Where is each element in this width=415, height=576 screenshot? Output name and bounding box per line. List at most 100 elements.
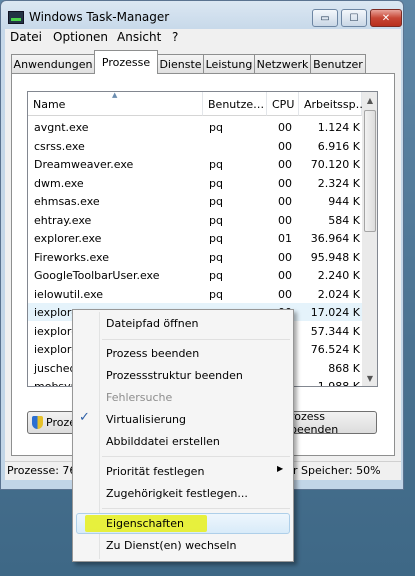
process-cpu: 00 <box>278 176 292 190</box>
process-user: pq <box>209 121 223 134</box>
show-all-processes-button[interactable]: Proze <box>27 411 77 434</box>
process-name: ehmsas.exe <box>34 195 100 208</box>
submenu-arrow-icon: ▶ <box>277 464 284 473</box>
process-cpu: 00 <box>278 287 292 301</box>
scroll-thumb[interactable] <box>364 110 376 232</box>
menu-ansicht[interactable]: Ansicht <box>117 30 161 44</box>
process-name: ielowutil.exe <box>34 287 104 301</box>
process-memory: 17.024 K <box>310 306 360 319</box>
process-memory: 95.948 K <box>310 250 360 264</box>
process-cpu: 00 <box>278 250 292 264</box>
column-header-user[interactable]: Benutze… <box>203 92 267 116</box>
menu-separator <box>102 456 290 457</box>
process-name: Dreamweaver.exe <box>34 158 134 171</box>
process-name: GoogleToolbarUser.exe <box>34 269 160 282</box>
menu-separator <box>102 508 290 509</box>
tab-prozesse[interactable]: Prozesse <box>94 50 158 74</box>
process-user: pq <box>209 176 223 190</box>
menu-item-debug: Fehlersuche <box>106 391 173 404</box>
menu-separator <box>102 339 290 340</box>
scroll-down-icon[interactable]: ▼ <box>362 370 377 386</box>
process-user: pq <box>209 287 223 301</box>
process-memory: 944 K <box>328 195 360 208</box>
process-name: ehtray.exe <box>34 213 92 227</box>
process-memory: 70.120 K <box>310 158 360 171</box>
process-memory: 1.124 K <box>317 121 360 134</box>
menu-item-set-priority[interactable]: Priorität festlegen <box>106 465 204 478</box>
scroll-up-icon[interactable]: ▲ <box>362 92 377 108</box>
table-row[interactable]: GoogleToolbarUser.exe pq 00 2.240 K <box>28 266 362 284</box>
menu-item-end-process-tree[interactable]: Prozessstruktur beenden <box>106 369 243 382</box>
process-cpu: 00 <box>278 195 292 208</box>
table-row[interactable]: avgnt.exe pq 00 1.124 K <box>28 118 362 136</box>
status-process-count: Prozesse: 76 <box>7 464 77 477</box>
menu-datei[interactable]: Datei <box>10 30 42 44</box>
process-memory: 36.964 K <box>310 232 360 245</box>
context-menu: ✓ ▶ Dateipfad öffnen Prozess beenden Pro… <box>72 309 294 562</box>
process-memory: 2.024 K <box>317 287 360 301</box>
tab-benutzer[interactable]: Benutzer <box>310 54 366 73</box>
shield-icon <box>32 416 43 429</box>
maximize-button[interactable]: ☐ <box>341 9 367 27</box>
process-name: explorer.exe <box>34 232 102 245</box>
vertical-scrollbar[interactable]: ▲ ▼ <box>362 92 377 386</box>
process-name: Fireworks.exe <box>34 250 109 264</box>
end-process-button[interactable]: rozess beenden <box>289 409 377 436</box>
column-header-name-label: Name <box>33 98 66 111</box>
process-cpu: 00 <box>278 121 292 134</box>
process-memory: 76.524 K <box>310 343 360 356</box>
process-cpu: 00 <box>278 139 292 153</box>
status-memory: r Speicher: 50% <box>293 464 381 477</box>
table-row[interactable]: csrss.exe 00 6.916 K <box>28 137 362 155</box>
process-memory: 584 K <box>328 213 360 227</box>
task-manager-icon <box>8 11 24 24</box>
process-cpu: 01 <box>278 232 292 245</box>
table-row[interactable]: dwm.exe pq 00 2.324 K <box>28 174 362 192</box>
process-user: pq <box>209 250 223 264</box>
tab-anwendungen[interactable]: Anwendungen <box>11 54 95 73</box>
process-memory: 57.344 K <box>310 324 360 338</box>
menu-item-end-process[interactable]: Prozess beenden <box>106 347 199 360</box>
process-user: pq <box>209 213 223 227</box>
tab-leistung[interactable]: Leistung <box>203 54 255 73</box>
menu-optionen[interactable]: Optionen <box>53 30 108 44</box>
menubar: Datei Optionen Ansicht ? <box>5 29 401 46</box>
process-memory: 2.240 K <box>317 269 360 282</box>
process-user: pq <box>209 158 223 171</box>
menu-item-create-dump[interactable]: Abbilddatei erstellen <box>106 435 220 448</box>
table-row[interactable]: Fireworks.exe pq 00 95.948 K <box>28 248 362 266</box>
process-cpu: 00 <box>278 269 292 282</box>
tab-dienste[interactable]: Dienste <box>157 54 204 73</box>
table-row[interactable]: explorer.exe pq 01 36.964 K <box>28 229 362 247</box>
menu-item-properties[interactable]: Eigenschaften <box>106 517 184 530</box>
menu-item-open-file-location[interactable]: Dateipfad öffnen <box>106 317 198 330</box>
process-cpu: 00 <box>278 158 292 171</box>
close-button[interactable]: ✕ <box>370 9 402 27</box>
table-row[interactable]: ehmsas.exe pq 00 944 K <box>28 192 362 210</box>
column-header-memory[interactable]: Arbeitssp… <box>299 92 367 116</box>
column-header-name[interactable]: Name ▲ <box>28 92 203 116</box>
sort-ascending-icon: ▲ <box>112 91 118 99</box>
tab-netzwerk[interactable]: Netzwerk <box>254 54 311 73</box>
process-memory: 868 K <box>328 361 360 375</box>
process-user: pq <box>209 195 223 208</box>
check-icon: ✓ <box>79 410 90 425</box>
process-user: pq <box>209 269 223 282</box>
menu-item-virtualization[interactable]: Virtualisierung <box>106 413 186 426</box>
table-row[interactable]: ehtray.exe pq 00 584 K <box>28 211 362 229</box>
menu-item-set-affinity[interactable]: Zugehörigkeit festlegen... <box>106 487 248 500</box>
minimize-button[interactable]: ▭ <box>312 9 338 27</box>
process-name: dwm.exe <box>34 176 84 190</box>
menu-help[interactable]: ? <box>172 30 178 44</box>
table-row[interactable]: ielowutil.exe pq 00 2.024 K <box>28 285 362 303</box>
process-memory: 1.988 K <box>317 380 360 387</box>
process-memory: 2.324 K <box>317 176 360 190</box>
window-title: Windows Task-Manager <box>29 10 170 24</box>
menu-item-go-to-services[interactable]: Zu Dienst(en) wechseln <box>106 539 236 552</box>
process-memory: 6.916 K <box>317 139 360 153</box>
column-header-cpu[interactable]: CPU <box>267 92 299 116</box>
table-row[interactable]: Dreamweaver.exe pq 00 70.120 K <box>28 155 362 173</box>
end-process-label: rozess beenden <box>290 409 339 436</box>
process-name: csrss.exe <box>34 139 85 153</box>
process-name: avgnt.exe <box>34 121 89 134</box>
